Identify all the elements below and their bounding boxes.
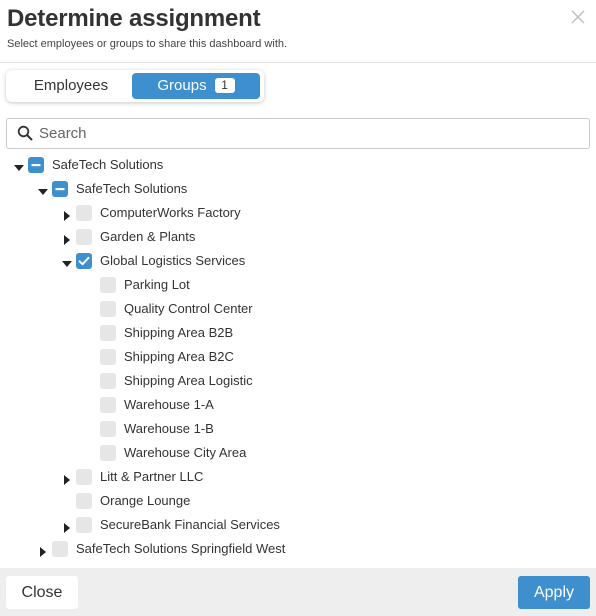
tab-employees-label: Employees [33, 77, 109, 94]
search-icon [17, 125, 33, 141]
groups-count-badge: 1 [214, 78, 235, 93]
checkbox-unchecked[interactable] [76, 229, 92, 245]
tree-row: SafeTech Solutions [0, 177, 596, 201]
dialog-footer: Close Apply [0, 568, 596, 616]
checkbox-unchecked[interactable] [100, 421, 116, 437]
tree-item-label: SecureBank Financial Services [100, 517, 280, 532]
tree-row: Global Logistics Services [0, 249, 596, 273]
header-divider [0, 62, 596, 63]
caret-right-icon[interactable] [62, 208, 72, 221]
checkbox-unchecked[interactable] [76, 493, 92, 509]
tree-row: Shipping Area B2B [0, 321, 596, 345]
dialog-subtitle: Select employees or groups to share this… [7, 38, 288, 50]
tree-row: Shipping Area B2C [0, 345, 596, 369]
assignment-dialog: Determine assignment Select employees or… [0, 0, 596, 616]
tab-groups-label: Groups [157, 77, 207, 94]
checkbox-partial[interactable] [28, 157, 44, 173]
tree-item-label: Warehouse 1-B [124, 421, 214, 436]
checkbox-checked[interactable] [76, 253, 92, 269]
tree-row: ComputerWorks Factory [0, 201, 596, 225]
caret-right-icon[interactable] [62, 520, 72, 533]
checkbox-unchecked[interactable] [100, 349, 116, 365]
checkbox-partial[interactable] [52, 181, 68, 197]
tree-row: Parking Lot [0, 273, 596, 297]
checkbox-unchecked[interactable] [100, 277, 116, 293]
caret-down-icon[interactable] [62, 256, 72, 267]
tree-row: Warehouse 1-B [0, 417, 596, 441]
tree-row: Quality Control Center [0, 297, 596, 321]
dialog-title: Determine assignment [7, 5, 261, 32]
tree-item-label: Shipping Area B2C [124, 349, 234, 364]
tree-item-label: Warehouse 1-A [124, 397, 214, 412]
tree-item-label: Quality Control Center [124, 301, 253, 316]
checkbox-unchecked[interactable] [76, 205, 92, 221]
close-button[interactable]: Close [6, 576, 78, 609]
tree-item-label: Warehouse City Area [124, 445, 247, 460]
tree-row: Garden & Plants [0, 225, 596, 249]
tree-item-label: Shipping Area Logistic [124, 373, 253, 388]
tree-row: SafeTech Solutions [0, 153, 596, 177]
tree-row: Warehouse 1-A [0, 393, 596, 417]
tree-item-label: Litt & Partner LLC [100, 469, 204, 484]
tree-item-label: Global Logistics Services [100, 253, 246, 268]
checkbox-unchecked[interactable] [100, 373, 116, 389]
caret-right-icon[interactable] [38, 544, 48, 557]
tree-row: Warehouse City Area [0, 441, 596, 465]
tree-row: Orange Lounge [0, 489, 596, 513]
tree-item-label: SafeTech Solutions [76, 181, 188, 196]
tree-item-label: SafeTech Solutions Springfield West [76, 541, 286, 556]
tab-groups[interactable]: Groups 1 [132, 73, 260, 99]
checkbox-unchecked[interactable] [100, 325, 116, 341]
search-box [6, 118, 590, 149]
caret-down-icon[interactable] [14, 160, 24, 171]
checkbox-unchecked[interactable] [100, 397, 116, 413]
caret-down-icon[interactable] [38, 184, 48, 195]
close-icon[interactable] [570, 9, 586, 25]
tree-item-label: Shipping Area B2B [124, 325, 234, 340]
tree-item-label: ComputerWorks Factory [100, 205, 241, 220]
caret-right-icon[interactable] [62, 472, 72, 485]
apply-button[interactable]: Apply [518, 576, 590, 609]
tree-row: SafeTech Solutions Springfield West [0, 537, 596, 561]
tree-item-label: Garden & Plants [100, 229, 196, 244]
caret-right-icon[interactable] [62, 232, 72, 245]
tab-switcher: Employees Groups 1 [6, 70, 264, 102]
tree-row: Shipping Area Logistic [0, 369, 596, 393]
tree-item-label: SafeTech Solutions [52, 157, 164, 172]
checkbox-unchecked[interactable] [52, 541, 68, 557]
checkbox-unchecked[interactable] [76, 469, 92, 485]
checkbox-unchecked[interactable] [76, 517, 92, 533]
checkbox-unchecked[interactable] [100, 445, 116, 461]
tab-employees[interactable]: Employees [10, 73, 132, 99]
tree-item-label: Orange Lounge [100, 493, 191, 508]
search-input[interactable] [39, 119, 579, 148]
tree-row: Litt & Partner LLC [0, 465, 596, 489]
tree-row: SecureBank Financial Services [0, 513, 596, 537]
tree-item-label: Parking Lot [124, 277, 190, 292]
checkbox-unchecked[interactable] [100, 301, 116, 317]
